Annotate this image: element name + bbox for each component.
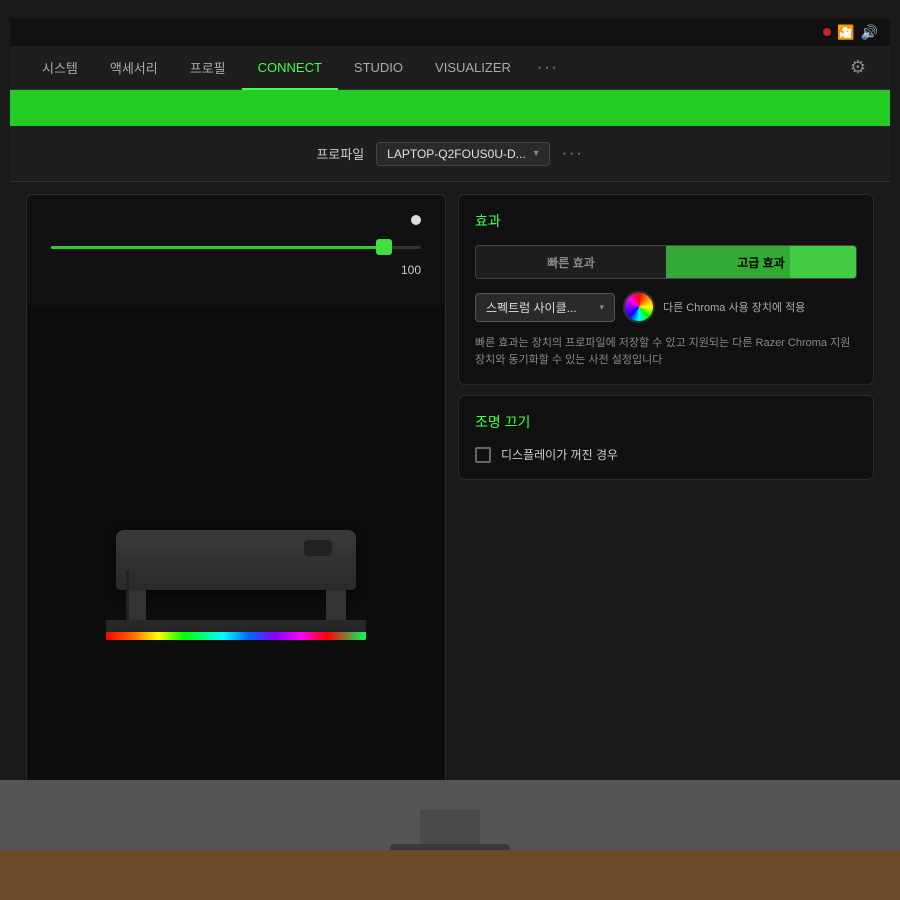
desk-surface [0, 850, 900, 900]
profile-label: 프로파일 [316, 144, 364, 163]
slider-fill [51, 246, 384, 249]
slider-track [51, 246, 421, 249]
nav-more-button[interactable]: ··· [527, 59, 569, 77]
effects-section-title: 효과 [475, 211, 857, 231]
top-status-bar: 🎦 🔊 [10, 18, 890, 46]
effects-description: 빠른 효과는 장치의 프로파일에 저장할 수 있고 지원되는 다른 Razer … [475, 335, 857, 368]
main-content: 100 [10, 182, 890, 780]
lighting-off-section: 조명 끄기 디스플레이가 꺼진 경우 [458, 395, 874, 480]
green-status-banner [10, 90, 890, 126]
effects-toggle-buttons: 빠른 효과 고급 효과 [475, 245, 857, 279]
device-stand-visual [96, 530, 376, 640]
profile-options-button[interactable]: ··· [562, 145, 584, 163]
slider-value: 100 [401, 263, 421, 277]
stand-sensor [304, 540, 332, 556]
spectrum-label: 스펙트럼 사이클... [486, 299, 577, 316]
nav-item-connect[interactable]: CONNECT [242, 46, 338, 90]
advanced-effects-button[interactable]: 고급 효과 [666, 246, 856, 278]
stand-leg-left [126, 590, 146, 620]
slider-track-container[interactable] [51, 237, 421, 257]
effects-row2: 스펙트럼 사이클... ▾ 다른 Chroma 사용 장치에 적용 [475, 291, 857, 323]
effects-section: 효과 빠른 효과 고급 효과 스펙트럼 사 [458, 194, 874, 385]
profile-dropdown-arrow: ▾ [534, 148, 539, 159]
settings-gear-icon[interactable]: ⚙ [842, 52, 874, 84]
webcam-icon: 🎦 [837, 24, 854, 41]
stand-top-piece [116, 530, 356, 590]
camera-indicator [823, 28, 831, 36]
speaker-icon: 🔊 [861, 24, 878, 41]
brightness-indicator [411, 215, 421, 225]
navigation-bar: 시스템 액세서리 프로필 CONNECT STUDIO VISUALIZER ·… [10, 46, 890, 90]
nav-item-accessories[interactable]: 액세서리 [94, 46, 174, 90]
device-preview-panel: 100 [26, 194, 446, 780]
settings-panel: 효과 빠른 효과 고급 효과 스펙트럼 사 [458, 194, 874, 780]
brightness-slider-area: 100 [27, 195, 445, 305]
nav-item-studio[interactable]: STUDIO [338, 46, 419, 90]
profile-dropdown[interactable]: LAPTOP-Q2FOUS0U-D... ▾ [376, 142, 550, 166]
stand-base [106, 620, 366, 640]
chroma-sync-label: 다른 Chroma 사용 장치에 적용 [663, 299, 805, 315]
lighting-off-title: 조명 끄기 [475, 412, 857, 432]
spectrum-dropdown[interactable]: 스펙트럼 사이클... ▾ [475, 293, 615, 322]
rgb-lighting-strip [106, 632, 366, 640]
profile-bar: 프로파일 LAPTOP-Q2FOUS0U-D... ▾ ··· [10, 126, 890, 182]
screen-content: 🎦 🔊 시스템 액세서리 프로필 CONNECT STUDIO VISUALIZ… [10, 18, 890, 780]
nav-item-system[interactable]: 시스템 [26, 46, 94, 90]
screen-bezel: 🎦 🔊 시스템 액세서리 프로필 CONNECT STUDIO VISUALIZ… [0, 0, 900, 900]
stand-legs [126, 590, 346, 620]
spectrum-dropdown-arrow: ▾ [599, 302, 604, 313]
nav-item-visualizer[interactable]: VISUALIZER [419, 46, 527, 90]
nav-item-profiles[interactable]: 프로필 [174, 46, 242, 90]
monitor-bezel [0, 780, 900, 900]
device-image-area [27, 305, 445, 780]
quick-effects-button[interactable]: 빠른 효과 [476, 246, 666, 278]
slider-thumb[interactable] [376, 239, 392, 255]
profile-value: LAPTOP-Q2FOUS0U-D... [387, 147, 525, 161]
lighting-checkbox-row: 디스플레이가 꺼진 경우 [475, 446, 857, 463]
display-off-checkbox[interactable] [475, 447, 491, 463]
chroma-sync-icon[interactable] [623, 291, 655, 323]
usb-cable [126, 570, 129, 620]
display-off-label: 디스플레이가 꺼진 경우 [501, 446, 618, 463]
stand-leg-right [326, 590, 346, 620]
